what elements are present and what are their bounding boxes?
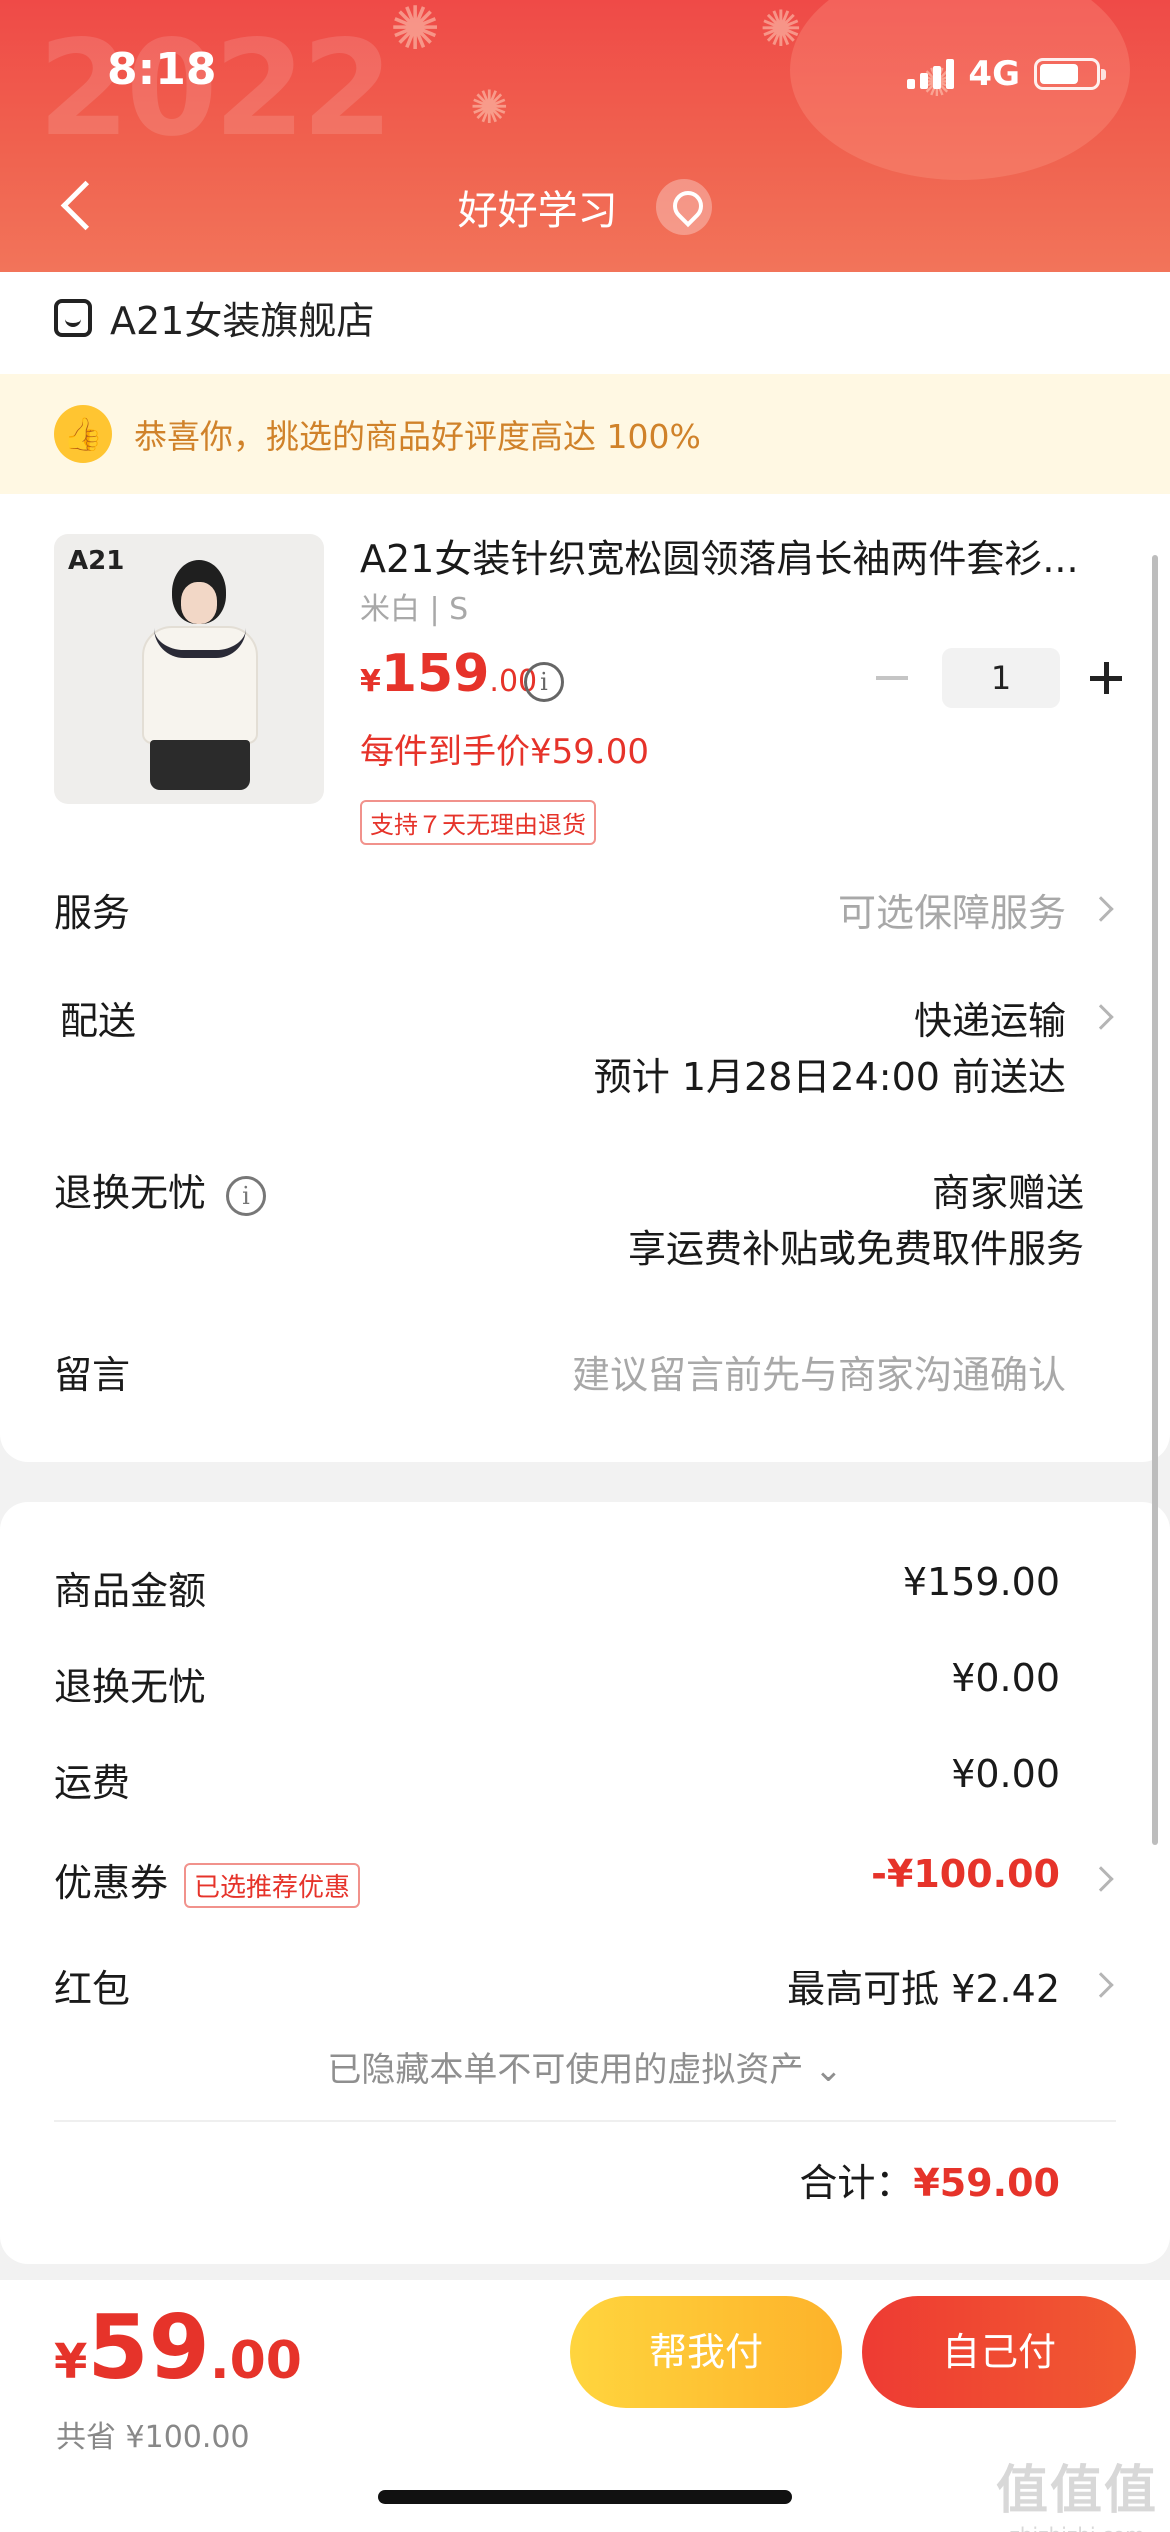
- quantity-value[interactable]: 1: [942, 648, 1060, 708]
- chevron-right-icon[interactable]: [1088, 1004, 1114, 1030]
- firework-decor-icon: ✺: [470, 80, 509, 134]
- final-price: 每件到手价¥59.00: [360, 732, 649, 772]
- delivery-method[interactable]: 快递运输: [914, 990, 1066, 1045]
- coupon-tag: 已选推荐优惠: [184, 1863, 361, 1908]
- quantity-stepper: 1: [870, 648, 1128, 708]
- chevron-right-icon[interactable]: [1088, 896, 1114, 922]
- watermark-logo: 值值值: [995, 2461, 1158, 2521]
- info-icon[interactable]: i: [226, 1175, 267, 1216]
- chevron-right-icon[interactable]: [1088, 1866, 1114, 1892]
- shop-row[interactable]: A21女装旗舰店: [54, 290, 374, 345]
- order-card: A21女装旗舰店 👍 恭喜你，挑选的商品好评度高达 100% A21 A21女装…: [0, 272, 1170, 1462]
- return-worry-fee-value: ¥0.00: [951, 1656, 1060, 1700]
- return-worry-value: 商家赠送: [931, 1171, 1084, 1215]
- return-worry-detail: 享运费补贴或免费取件服务: [627, 1227, 1084, 1271]
- network-type: 4G: [968, 54, 1020, 94]
- pay-amount-decimal: .00: [209, 2331, 302, 2391]
- help-pay-button[interactable]: 帮我付: [570, 2296, 842, 2408]
- bottom-pay-bar: ¥59.00 共省 ¥100.00 帮我付 自己付 值值值 zhizhizhi.…: [0, 2280, 1170, 2532]
- rating-banner-text: 恭喜你，挑选的商品好评度高达 100%: [134, 417, 701, 456]
- home-indicator[interactable]: [378, 2490, 792, 2504]
- coupon-label-text: 优惠券: [54, 1861, 169, 1905]
- thumbs-up-icon: 👍: [54, 405, 112, 463]
- product-image-brand: A21: [68, 546, 125, 576]
- price-info-icon[interactable]: i: [524, 662, 564, 702]
- header: 2022 ✺ ✺ ✺ ✺ 8:18 4G 好好学习: [0, 0, 1170, 272]
- battery-icon: [1034, 58, 1106, 90]
- total-label: 合计：: [799, 2161, 914, 2205]
- product-price: ¥159.00: [360, 644, 537, 704]
- shop-icon: [54, 298, 92, 337]
- shipping-value: ¥0.00: [951, 1752, 1060, 1796]
- page-title-text: 好好学习: [457, 188, 618, 234]
- signal-icon: [907, 59, 955, 89]
- watermark-url: zhizhizhi.com: [996, 2523, 1158, 2532]
- product-spec[interactable]: 米白 | S: [360, 584, 468, 628]
- pay-amount: ¥59.00: [54, 2296, 302, 2399]
- redpack-label: 红包: [54, 1967, 131, 2011]
- return-worry-label: 退换无忧 i: [54, 1162, 267, 1217]
- chevron-right-icon[interactable]: [1088, 1972, 1114, 1998]
- status-time: 8:18: [107, 44, 217, 95]
- return-worry-label-text: 退换无忧: [54, 1171, 207, 1215]
- firework-decor-icon: ✺: [390, 0, 441, 64]
- service-value[interactable]: 可选保障服务: [838, 882, 1066, 937]
- return-policy-tag: 支持７天无理由退货: [360, 800, 596, 845]
- rating-banner: 👍 恭喜你，挑选的商品好评度高达 100%: [0, 374, 1170, 494]
- scrollbar[interactable]: [1152, 555, 1158, 1845]
- decrease-button[interactable]: [870, 656, 914, 700]
- goods-amount-label: 商品金额: [54, 1569, 207, 1613]
- redpack-value[interactable]: 最高可抵 ¥2.42: [787, 1958, 1060, 2013]
- self-pay-button[interactable]: 自己付: [862, 2296, 1136, 2408]
- pay-currency: ¥: [54, 2334, 88, 2390]
- price-summary-card: 商品金额 ¥159.00 退换无忧 ¥0.00 运费 ¥0.00 优惠券 已选推荐…: [0, 1502, 1170, 2264]
- location-pin-icon[interactable]: [656, 179, 713, 235]
- hidden-assets-toggle[interactable]: 已隐藏本单不可使用的虚拟资产 ⌄: [0, 2042, 1170, 2091]
- price-integer: 159: [380, 644, 490, 704]
- pay-amount-integer: 59: [87, 2296, 210, 2399]
- product-image[interactable]: A21: [54, 534, 324, 804]
- goods-amount-value: ¥159.00: [902, 1560, 1060, 1604]
- increase-button[interactable]: [1084, 656, 1128, 700]
- total-value: ¥59.00: [913, 2161, 1060, 2205]
- message-input[interactable]: 建议留言前先与商家沟通确认: [572, 1344, 1066, 1399]
- shop-name: A21女装旗舰店: [110, 299, 375, 343]
- return-worry-fee-label: 退换无忧: [54, 1665, 207, 1709]
- page-title: 好好学习: [0, 178, 1170, 236]
- shipping-label: 运费: [54, 1761, 131, 1805]
- saved-amount: 共省 ¥100.00: [56, 2420, 250, 2455]
- order-total: 合计：¥59.00: [799, 2152, 1060, 2207]
- delivery-label: 配送: [60, 999, 137, 1043]
- price-currency: ¥: [360, 664, 381, 699]
- status-icons: 4G: [907, 54, 1106, 94]
- coupon-value[interactable]: -¥100.00: [871, 1852, 1060, 1896]
- service-label: 服务: [54, 891, 131, 935]
- product-title[interactable]: A21女装针织宽松圆领落肩长袖两件套衫...: [360, 528, 1120, 583]
- delivery-eta: 预计 1月28日24:00 前送达: [593, 1055, 1066, 1099]
- divider: [54, 2120, 1116, 2122]
- coupon-label: 优惠券 已选推荐优惠: [54, 1852, 361, 1908]
- watermark: 值值值 zhizhizhi.com: [996, 2448, 1158, 2532]
- message-label: 留言: [54, 1353, 131, 1397]
- firework-decor-icon: ✺: [760, 0, 802, 58]
